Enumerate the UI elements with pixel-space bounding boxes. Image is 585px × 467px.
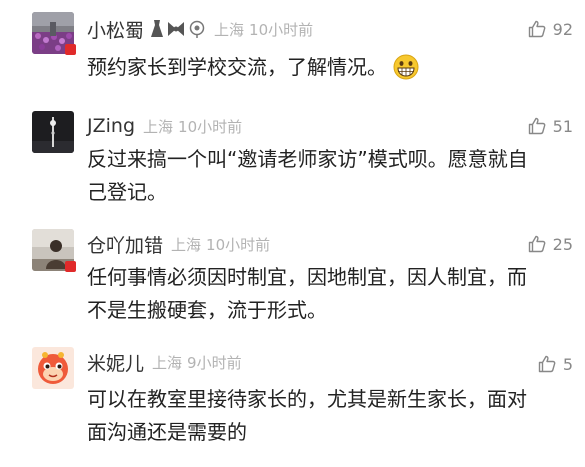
comment-text: 可以在教室里接待家长的，尤其是新生家长，面对面沟通还是需要的 bbox=[87, 387, 527, 444]
thumbs-up-icon bbox=[528, 235, 546, 253]
comment-item: 小松蜀 上海 10小时前 92 预约家长到学校交流，了解情况。 bbox=[0, 0, 585, 110]
flag-badge-icon bbox=[65, 44, 76, 55]
comment-location: 上海 bbox=[214, 20, 245, 39]
bow-badge-icon bbox=[168, 22, 185, 36]
comment-location: 上海 bbox=[152, 353, 183, 372]
commenter-name[interactable]: 米妮儿 bbox=[87, 349, 144, 376]
commenter-name[interactable]: JZing bbox=[87, 115, 135, 137]
comment-text-content: 预约家长到学校交流，了解情况。 bbox=[87, 55, 387, 79]
comment-text: 反过来搞一个叫“邀请老师家访”模式呗。愿意就自己登记。 bbox=[87, 147, 528, 204]
thumbs-up-icon bbox=[528, 117, 546, 135]
grinning-face-emoji bbox=[393, 54, 419, 90]
like-count: 51 bbox=[552, 116, 573, 136]
comment-text: 预约家长到学校交流，了解情况。 bbox=[87, 51, 532, 90]
thumbs-up-icon bbox=[538, 355, 556, 373]
comment-item: JZing 上海 10小时前 51 反过来搞一个叫“邀请老师家访”模式呗。愿意就… bbox=[0, 110, 585, 228]
comment-time: 10小时前 bbox=[206, 235, 271, 254]
flower-badge-icon bbox=[189, 20, 205, 38]
like-count: 5 bbox=[562, 354, 573, 374]
dress-badge-icon bbox=[151, 20, 164, 37]
comment-text: 任何事情必须因时制宜，因地制宜，因人制宜，而不是生搬硬套，流于形式。 bbox=[87, 265, 527, 322]
thumbs-up-icon bbox=[528, 20, 546, 38]
comment-time: 10小时前 bbox=[249, 20, 314, 39]
avatar[interactable] bbox=[32, 111, 74, 153]
comment-item: 米妮儿 上海 9小时前 5 可以在教室里接待家长的，尤其是新生家长，面对面沟通还… bbox=[0, 346, 585, 467]
comment-time: 9小时前 bbox=[187, 353, 242, 372]
comment-item: 仓吖加错 上海 10小时前 25 任何事情必须因时制宜，因地制宜，因人制宜，而不… bbox=[0, 228, 585, 346]
comment-time: 10小时前 bbox=[178, 117, 243, 136]
avatar[interactable] bbox=[32, 347, 74, 389]
comment-location: 上海 bbox=[171, 235, 202, 254]
like-count: 92 bbox=[552, 19, 573, 39]
like-count: 25 bbox=[552, 234, 573, 254]
like-button[interactable]: 5 bbox=[538, 352, 573, 376]
commenter-name[interactable]: 小松蜀 bbox=[87, 16, 144, 43]
like-button[interactable]: 51 bbox=[528, 114, 573, 138]
comment-location: 上海 bbox=[143, 117, 174, 136]
user-badges bbox=[150, 20, 206, 38]
like-button[interactable]: 25 bbox=[528, 232, 573, 256]
like-button[interactable]: 92 bbox=[528, 17, 573, 41]
commenter-name[interactable]: 仓吖加错 bbox=[87, 231, 163, 258]
flag-badge-icon bbox=[65, 261, 76, 272]
